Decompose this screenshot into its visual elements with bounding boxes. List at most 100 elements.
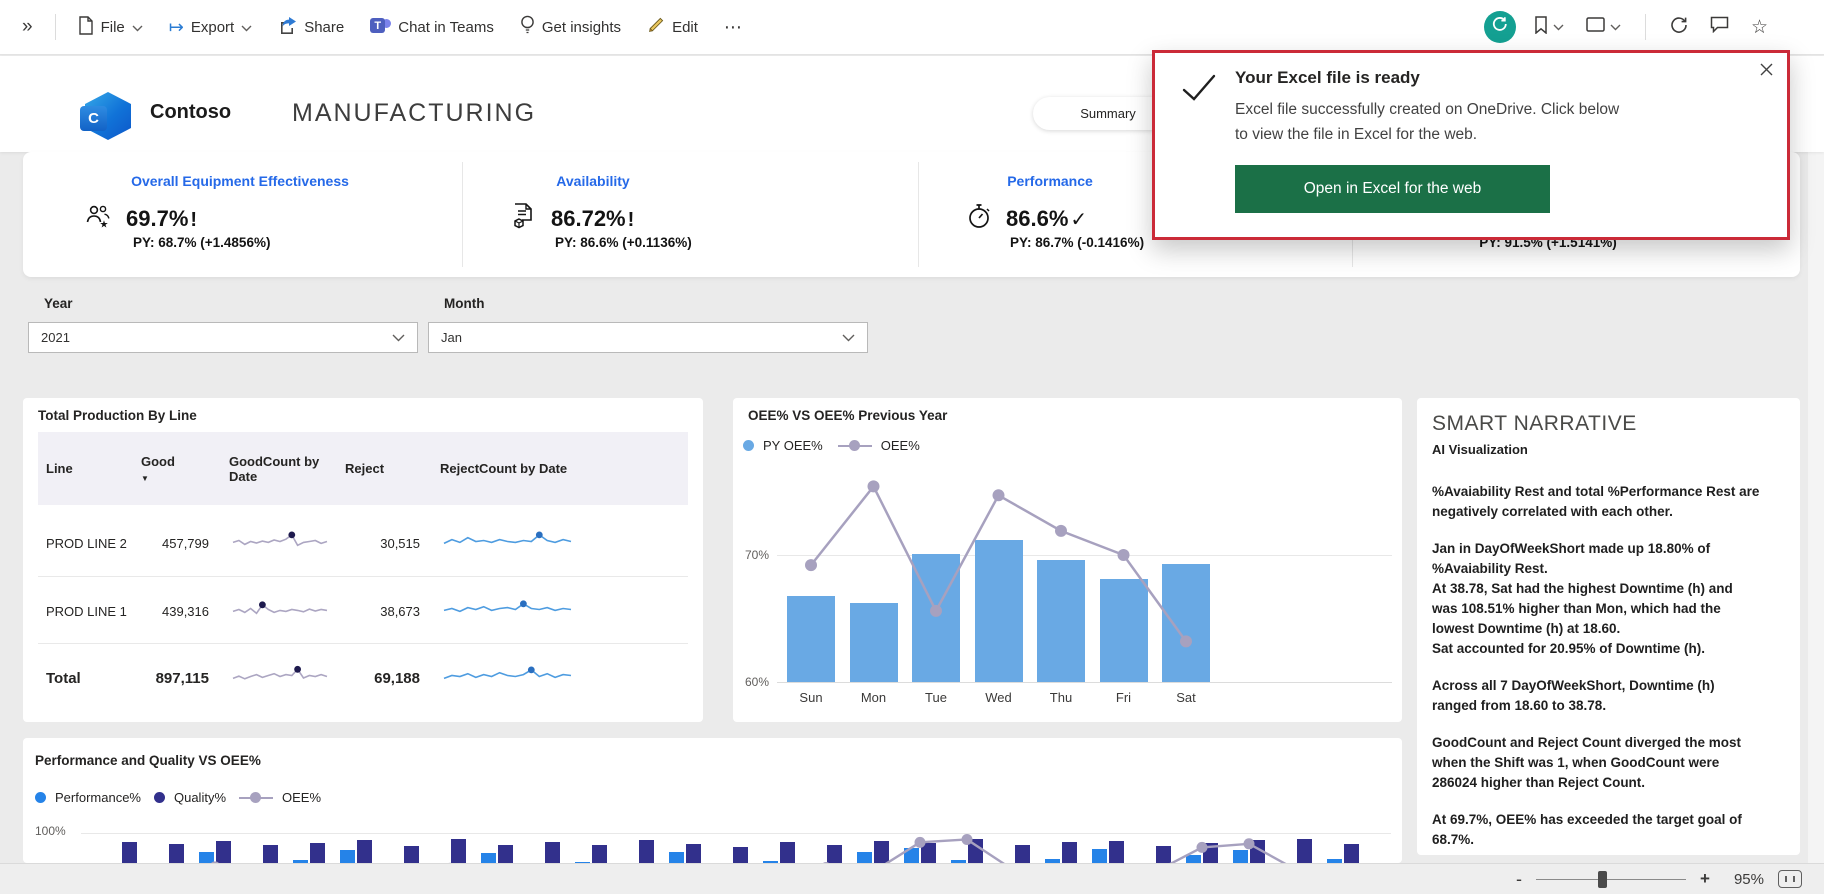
table-row[interactable]: Total897,11569,188 — [38, 645, 688, 711]
contoso-logo-letter: C — [80, 106, 107, 131]
oee-line-marker[interactable] — [1244, 838, 1255, 849]
table-header: Line Good ▼ GoodCount by Date Reject Rej… — [38, 432, 688, 505]
toolbar-divider — [55, 14, 56, 40]
chevron-down-icon — [1610, 18, 1621, 36]
notification-body-line2: to view the file in Excel for the web. — [1235, 126, 1477, 144]
narrative-line: GoodCount and Reject Count diverged the … — [1432, 733, 1787, 753]
pq-oee-line-series — [23, 738, 1402, 863]
goodcount-sparkline — [215, 596, 331, 627]
month-filter-label: Month — [444, 296, 484, 311]
teams-icon: T — [370, 17, 391, 37]
oee-vs-py-chart-panel: OEE% VS OEE% Previous Year PY OEE% OEE% … — [733, 398, 1402, 722]
line-marker-thu[interactable] — [1055, 525, 1067, 537]
column-header-line[interactable]: Line — [46, 461, 141, 476]
app-toolbar: » File ↦ Export Share T Chat in Teams Ge… — [0, 0, 1824, 55]
edit-label: Edit — [672, 19, 698, 36]
scrollbar-track[interactable] — [1808, 56, 1824, 863]
comments-button[interactable] — [1706, 12, 1733, 42]
oee-line-marker[interactable] — [915, 837, 926, 848]
narrative-line: Sat accounted for 20.95% of Downtime (h)… — [1432, 639, 1787, 659]
line-marker-fri[interactable] — [1118, 549, 1130, 561]
more-options-button[interactable]: ⋯ — [714, 11, 754, 44]
chevron-down-icon — [241, 19, 252, 36]
close-notification-button[interactable] — [1755, 61, 1777, 83]
column-header-good[interactable]: Good ▼ — [141, 454, 215, 484]
kpi-oee-py: PY: 68.7% (+1.4856%) — [133, 235, 270, 250]
cell-reject: 69,188 — [331, 670, 426, 687]
zoom-slider-handle[interactable] — [1598, 871, 1607, 888]
lightbulb-icon — [520, 15, 535, 39]
kpi-oee-value: 69.7% — [126, 206, 188, 231]
table-row[interactable]: PROD LINE 2457,79930,515 — [38, 510, 688, 576]
narrative-line: 68.7%. — [1432, 830, 1787, 850]
xlabel-sun: Sun — [781, 690, 841, 705]
get-insights-label: Get insights — [542, 19, 621, 36]
row-divider — [38, 576, 688, 577]
view-menu-button[interactable] — [1582, 13, 1625, 41]
fit-to-page-button[interactable] — [1778, 870, 1802, 888]
double-chevron-icon: » — [22, 16, 33, 38]
oee-line-marker[interactable] — [1197, 842, 1208, 853]
line-marker-tue[interactable] — [930, 605, 942, 617]
line-marker-sun[interactable] — [805, 559, 817, 571]
year-dropdown[interactable]: 2021 — [28, 322, 418, 353]
year-dropdown-value: 2021 — [41, 330, 70, 345]
zoom-in-button[interactable]: + — [1700, 869, 1710, 889]
rejectcount-sparkline — [426, 596, 586, 627]
chat-in-teams-button[interactable]: T Chat in Teams — [360, 11, 504, 43]
xlabel-mon: Mon — [844, 690, 904, 705]
kpi-performance-py: PY: 86.7% (-0.1416%) — [1010, 235, 1144, 250]
refresh-icon — [1670, 16, 1688, 39]
close-icon — [1760, 63, 1773, 81]
brand-name: Contoso — [150, 101, 231, 124]
status-bar: - + 95% — [0, 863, 1824, 894]
line-marker-mon[interactable] — [868, 480, 880, 492]
chevron-down-icon — [1553, 18, 1564, 36]
zoom-out-button[interactable]: - — [1516, 869, 1522, 890]
oee-line-marker[interactable] — [962, 834, 973, 845]
get-insights-button[interactable]: Get insights — [510, 9, 631, 45]
open-in-excel-label: Open in Excel for the web — [1304, 180, 1482, 198]
goodcount-sparkline — [215, 528, 331, 559]
chat-in-teams-label: Chat in Teams — [398, 19, 494, 36]
kpi-availability-py: PY: 86.6% (+0.1136%) — [555, 235, 692, 250]
people-star-icon: ★ — [83, 202, 113, 235]
cell-good: 457,799 — [141, 536, 215, 551]
rejectcount-sparkline — [426, 663, 586, 693]
narrative-line: lowest Downtime (h) at 18.60. — [1432, 619, 1787, 639]
share-button[interactable]: Share — [268, 10, 354, 44]
oee-line-series — [733, 398, 1402, 722]
star-icon: ☆ — [1751, 18, 1768, 37]
narrative-line: At 69.7%, OEE% has exceeded the target g… — [1432, 810, 1787, 830]
goodcount-sparkline — [215, 663, 331, 693]
reset-to-default-button[interactable] — [1484, 11, 1516, 43]
xlabel-sat: Sat — [1156, 690, 1216, 705]
performance-quality-chart-panel: Performance and Quality VS OEE% Performa… — [23, 738, 1402, 863]
kpi-availability-flag: ! — [628, 209, 635, 231]
cell-reject: 38,673 — [331, 604, 426, 619]
file-menu-button[interactable]: File — [68, 10, 153, 45]
column-header-goodcount[interactable]: GoodCount by Date — [215, 454, 331, 484]
file-icon — [78, 16, 94, 39]
smart-narrative-body: %Avaiability Rest and total %Performance… — [1432, 482, 1787, 855]
table-row[interactable]: PROD LINE 1439,31638,673 — [38, 578, 688, 644]
export-menu-button[interactable]: ↦ Export — [159, 12, 262, 42]
cell-line: PROD LINE 1 — [46, 604, 141, 619]
zoom-slider[interactable] — [1536, 871, 1686, 887]
line-marker-sat[interactable] — [1180, 635, 1192, 647]
year-filter-label: Year — [44, 296, 73, 311]
zoom-level: 95% — [1734, 871, 1764, 888]
open-in-excel-button[interactable]: Open in Excel for the web — [1235, 165, 1550, 213]
ellipsis-icon: ⋯ — [724, 17, 744, 38]
column-header-rejectcount[interactable]: RejectCount by Date — [426, 461, 586, 476]
month-dropdown[interactable]: Jan — [428, 322, 868, 353]
column-header-reject[interactable]: Reject — [331, 461, 426, 476]
favorite-button[interactable]: ☆ — [1747, 14, 1772, 41]
bookmarks-button[interactable] — [1530, 12, 1568, 43]
line-marker-wed[interactable] — [993, 489, 1005, 501]
refresh-button[interactable] — [1666, 12, 1692, 43]
collapse-pane-button[interactable]: » — [12, 10, 43, 44]
edit-button[interactable]: Edit — [637, 10, 708, 44]
notification-title: Your Excel file is ready — [1235, 68, 1420, 88]
kpi-oee-flag: ! — [190, 209, 197, 231]
